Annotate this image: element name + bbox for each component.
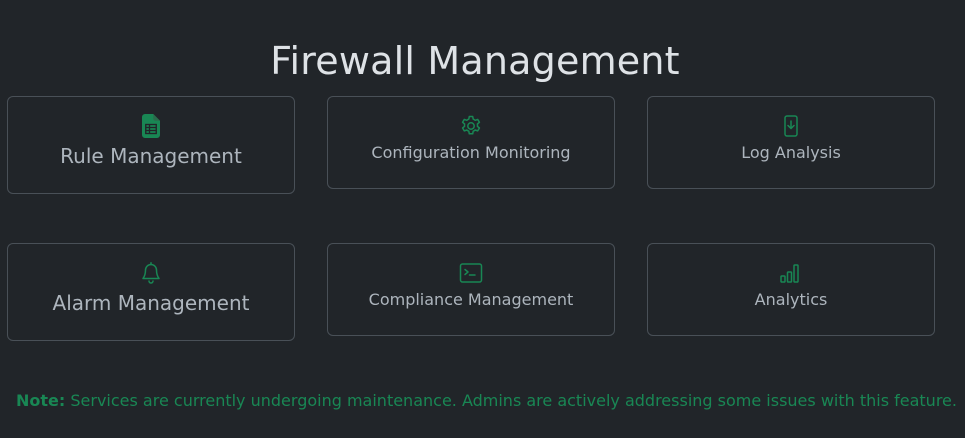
file-spreadsheet-icon: [139, 114, 163, 138]
gear-icon: [459, 114, 483, 138]
bar-chart-icon: [779, 261, 803, 285]
maintenance-note: Note: Services are currently undergoing …: [16, 391, 957, 410]
phone-download-icon: [779, 114, 803, 138]
configuration-monitoring-label: Configuration Monitoring: [371, 143, 571, 162]
alarm-management-card[interactable]: Alarm Management: [7, 243, 295, 341]
log-analysis-card[interactable]: Log Analysis: [647, 96, 935, 189]
configuration-monitoring-card[interactable]: Configuration Monitoring: [327, 96, 615, 189]
note-prefix: Note:: [16, 391, 66, 410]
compliance-management-card[interactable]: Compliance Management: [327, 243, 615, 336]
alarm-management-label: Alarm Management: [52, 291, 250, 315]
analytics-card[interactable]: Analytics: [647, 243, 935, 336]
analytics-label: Analytics: [754, 290, 828, 309]
bell-icon: [139, 261, 163, 285]
compliance-management-label: Compliance Management: [368, 290, 574, 309]
rule-management-label: Rule Management: [60, 144, 242, 168]
page-title: Firewall Management: [270, 39, 680, 84]
terminal-icon: [459, 261, 483, 285]
note-text: Services are currently undergoing mainte…: [70, 391, 957, 410]
rule-management-card[interactable]: Rule Management: [7, 96, 295, 194]
log-analysis-label: Log Analysis: [741, 143, 841, 162]
